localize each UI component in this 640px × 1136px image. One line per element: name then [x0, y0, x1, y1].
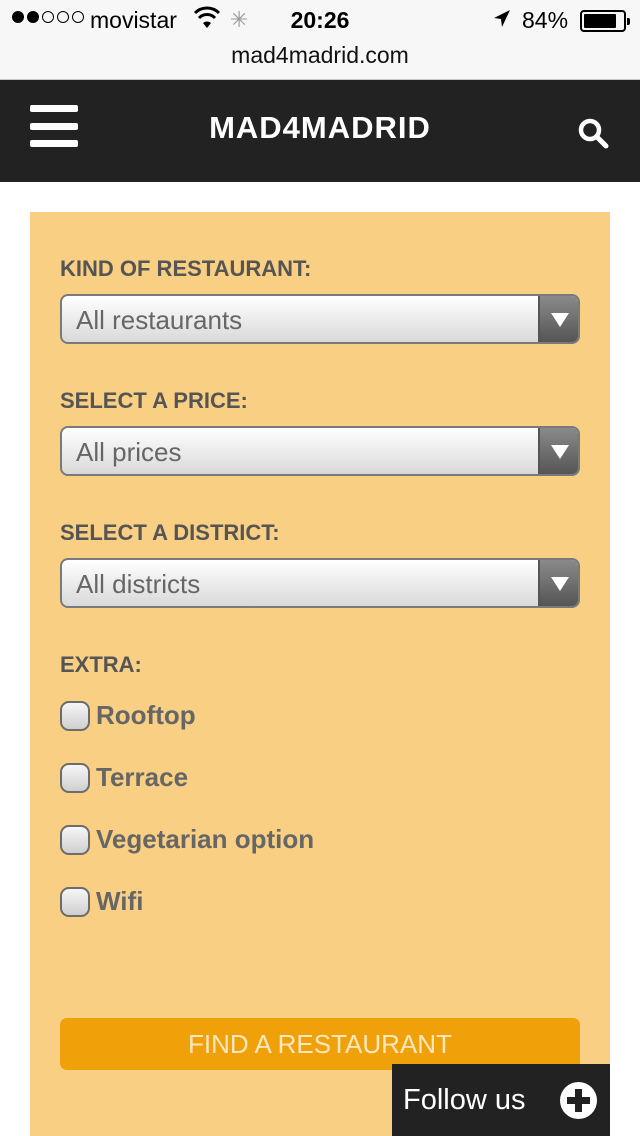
url-text: mad4madrid.com [231, 42, 409, 68]
kind-of-restaurant-select[interactable]: All restaurants [60, 294, 580, 344]
rooftop-checkbox[interactable] [60, 700, 90, 731]
wifi-checkbox[interactable] [60, 886, 90, 917]
district-label: SELECT A DISTRICT: [60, 520, 280, 545]
kind-of-restaurant-value: All restaurants [76, 305, 243, 335]
rooftop-label: Rooftop [96, 700, 196, 730]
extra-label: EXTRA: [60, 652, 142, 677]
vegetarian-checkbox[interactable] [60, 824, 90, 855]
extra-option-vegetarian[interactable]: Vegetarian option [60, 824, 314, 855]
wifi-label: Wifi [96, 886, 144, 916]
extra-option-wifi[interactable]: Wifi [60, 886, 143, 917]
terrace-label: Terrace [96, 762, 189, 792]
site-header: MAD4MADRID [0, 80, 640, 182]
battery-percent: 84% [522, 7, 569, 33]
restaurant-filter-panel: KIND OF RESTAURANT: All restaurants SELE… [30, 212, 610, 1136]
chevron-down-icon [538, 560, 578, 606]
price-select[interactable]: All prices [60, 426, 580, 476]
status-bar: movistar ✳ 20:26 84% [0, 0, 640, 40]
terrace-checkbox[interactable] [60, 762, 90, 793]
site-logo[interactable]: MAD4MADRID [0, 110, 640, 146]
battery-icon [580, 10, 630, 32]
chevron-down-icon [538, 296, 578, 342]
follow-us-button[interactable]: Follow us [392, 1064, 610, 1136]
url-bar[interactable]: mad4madrid.com [0, 40, 640, 80]
extra-option-rooftop[interactable]: Rooftop [60, 700, 196, 731]
find-restaurant-button[interactable]: FIND A RESTAURANT [60, 1018, 580, 1070]
price-label: SELECT A PRICE: [60, 388, 248, 413]
location-arrow-icon [494, 10, 510, 27]
chevron-down-icon [538, 428, 578, 474]
follow-us-label: Follow us [403, 1084, 526, 1116]
vegetarian-label: Vegetarian option [96, 824, 315, 854]
district-value: All districts [76, 569, 201, 599]
plus-circle-icon [560, 1082, 597, 1119]
kind-of-restaurant-label: KIND OF RESTAURANT: [60, 256, 312, 281]
price-value: All prices [76, 437, 182, 467]
extra-option-terrace[interactable]: Terrace [60, 762, 188, 793]
search-icon[interactable] [576, 116, 610, 150]
district-select[interactable]: All districts [60, 558, 580, 608]
